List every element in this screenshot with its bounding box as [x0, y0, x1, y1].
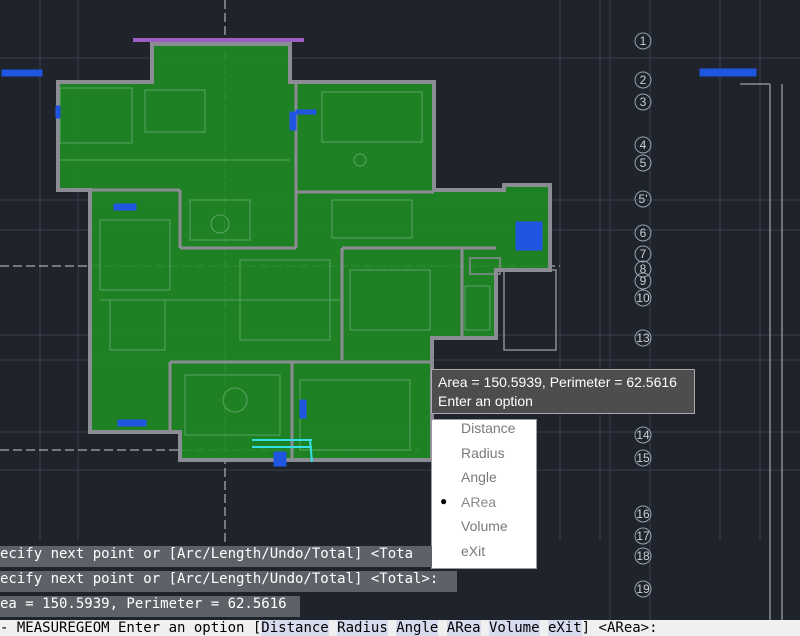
grid-bubble-label: 13: [636, 331, 650, 345]
prompt-option-angle[interactable]: Angle: [396, 620, 439, 636]
grid-bubble-label: 19: [636, 582, 650, 596]
tooltip-measurement: Area = 150.5939, Perimeter = 62.5616: [438, 374, 677, 390]
menu-item-radius[interactable]: Radius: [432, 445, 536, 470]
prompt-option-volume[interactable]: Volume: [488, 620, 540, 636]
command-prompt[interactable]: - MEASUREGEOM Enter an option [Distance …: [0, 620, 800, 636]
menu-item-label: Radius: [461, 444, 505, 461]
command-history-line: ecify next point or [Arc/Length/Undo/Tot…: [0, 571, 457, 592]
grid-bubble-label: 3: [640, 95, 647, 109]
grid-bubble-label: 4: [640, 138, 647, 152]
prompt-option-area[interactable]: ARea: [446, 620, 481, 636]
command-history-line: ea = 150.5939, Perimeter = 62.5616: [0, 596, 300, 617]
grid-bubble-label: 6: [640, 226, 647, 240]
menu-item-exit[interactable]: eXit: [432, 543, 536, 568]
menu-item-area[interactable]: ● ARea: [432, 494, 536, 519]
selected-bullet-icon: ●: [440, 493, 448, 508]
prompt-option-radius[interactable]: Radius: [337, 620, 388, 636]
menu-item-label: eXit: [461, 542, 486, 559]
option-menu: Distance Radius Angle ● ARea Volume eXit: [431, 419, 537, 569]
grid-bubble-label: 5: [640, 156, 647, 170]
menu-item-label: ARea: [461, 493, 497, 510]
grid-bubble-label: 9: [640, 274, 647, 288]
measure-tooltip: Area = 150.5939, Perimeter = 62.5616 Ent…: [431, 369, 695, 414]
grid-bubble-label: 2: [640, 73, 647, 87]
grid-bubble-label: 16: [636, 507, 650, 521]
grid-bubble-label: 17: [636, 529, 650, 543]
tooltip-prompt: Enter an option: [438, 393, 533, 409]
grid-bubble-label: 15: [636, 451, 650, 465]
grid-bubble-label: 5': [639, 192, 648, 206]
prompt-option-distance[interactable]: Distance: [261, 620, 329, 636]
grid-bubble-label: 10: [636, 291, 650, 305]
menu-item-volume[interactable]: Volume: [432, 518, 536, 543]
grid-bubble-label: 14: [636, 428, 650, 442]
drawing-canvas[interactable]: 123455'67891013141516171819: [0, 0, 800, 636]
menu-item-label: Distance: [461, 420, 516, 436]
grid-bubbles: 123455'67891013141516171819: [634, 32, 652, 598]
grid-bubble-label: 7: [640, 247, 647, 261]
menu-item-label: Volume: [461, 518, 508, 535]
command-prompt-suffix: ] <ARea>:: [581, 620, 658, 636]
menu-item-label: Angle: [461, 469, 497, 486]
command-history-line: ecify next point or [Arc/Length/Undo/Tot…: [0, 546, 432, 567]
grid-bubble-label: 1: [640, 34, 647, 48]
grid-bubble-label: 18: [636, 549, 650, 563]
command-prompt-prefix: - MEASUREGEOM Enter an option [: [0, 620, 262, 636]
menu-item-distance[interactable]: Distance: [432, 420, 536, 445]
menu-item-angle[interactable]: Angle: [432, 469, 536, 494]
prompt-option-exit[interactable]: eXit: [547, 620, 582, 636]
